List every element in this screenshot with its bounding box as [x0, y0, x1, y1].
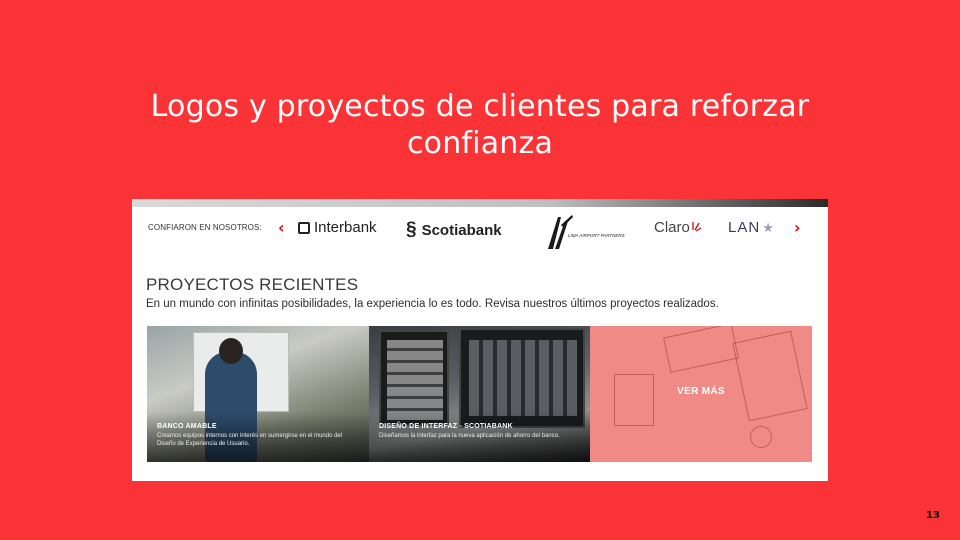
trust-label: CONFIARON EN NOSOTROS:: [148, 223, 262, 232]
logo-lan-text: LAN: [728, 219, 761, 236]
page-number: 13: [926, 510, 940, 521]
project-card-banco-amable[interactable]: BANCO AMABLE Creamos equipos internos co…: [147, 326, 369, 462]
logo-interbank: Interbank: [298, 219, 377, 236]
logo-lima-text: LIMA AIRPORT PARTNERS: [568, 233, 625, 238]
chevron-right-icon[interactable]: ›: [794, 218, 801, 237]
card-title: BANCO AMABLE: [157, 423, 217, 430]
chevron-left-icon[interactable]: ‹: [278, 218, 285, 237]
slide-title: Logos y proyectos de clientes para refor…: [0, 88, 960, 162]
slide-title-line-1: Logos y proyectos de clientes para refor…: [150, 89, 810, 124]
logo-claro: Claro: [654, 219, 701, 236]
card-description: Creamos equipos internos con interés en …: [157, 433, 343, 447]
logo-scotiabank: § Scotiabank: [406, 219, 502, 241]
lan-star-icon: ★: [762, 219, 775, 235]
projects-subtitle: En un mundo con infinitas posibilidades,…: [146, 298, 719, 310]
see-more-card[interactable]: VER MÁS: [590, 326, 812, 462]
project-card-scotiabank[interactable]: DISEÑO DE INTERFAZ - SCOTIABANK Diseñamo…: [369, 326, 590, 462]
logo-claro-text: Claro: [654, 219, 690, 236]
card-description: Diseñamos la interfaz para la nueva apli…: [379, 433, 560, 439]
person-head-image: [219, 338, 243, 364]
wireframe-circle: [750, 426, 772, 448]
wireframe-sketch: [663, 326, 739, 373]
slide-title-line-2: confianza: [406, 126, 554, 161]
scotiabank-s-icon: §: [406, 219, 417, 240]
interbank-mark-icon: [298, 221, 310, 234]
claro-rays-icon: [692, 221, 701, 232]
top-strip: [132, 199, 828, 207]
project-cards: BANCO AMABLE Creamos equipos internos co…: [147, 326, 812, 462]
logo-scotiabank-text: Scotiabank: [421, 221, 502, 239]
client-logos-bar: CONFIARON EN NOSOTROS: ‹ Interbank § Sco…: [132, 211, 828, 249]
wireframe-sketch: [614, 374, 654, 426]
logo-lima-airport-partners: LIMA AIRPORT PARTNERS: [544, 211, 628, 251]
logo-lan: LAN ★: [728, 219, 775, 236]
lima-airport-mark-icon: [548, 215, 573, 249]
wireframe-sketch: [732, 330, 808, 422]
logo-interbank-text: Interbank: [314, 219, 377, 236]
see-more-link[interactable]: VER MÁS: [590, 386, 812, 397]
card-title: DISEÑO DE INTERFAZ - SCOTIABANK: [379, 423, 513, 430]
website-screenshot: CONFIARON EN NOSOTROS: ‹ Interbank § Sco…: [132, 199, 828, 481]
projects-title: PROYECTOS RECIENTES: [146, 275, 359, 294]
